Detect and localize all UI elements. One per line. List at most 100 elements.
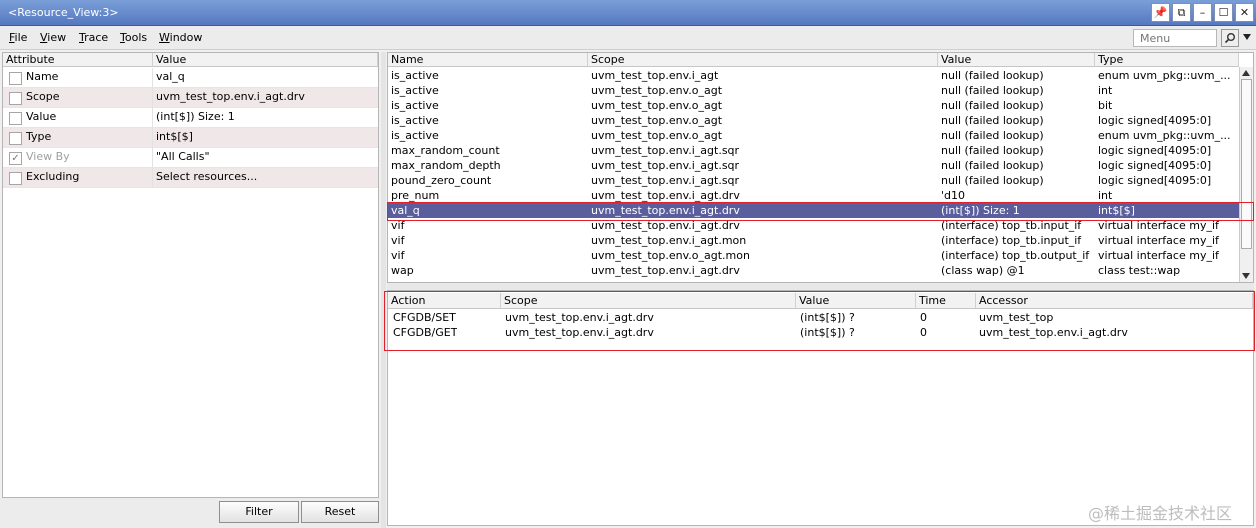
action-column-header[interactable]: Action (388, 293, 501, 309)
table-row[interactable]: max_random_count uvm_test_top.env.i_agt.s… (388, 143, 1239, 158)
maximize-button[interactable]: ☐ (1214, 3, 1233, 22)
search-icon[interactable] (1221, 29, 1239, 47)
attribute-row[interactable]: Excluding Select resources... (3, 168, 378, 188)
attribute-row[interactable]: Scope uvm_test_top.env.i_agt.drv (3, 88, 378, 108)
cell-action: CFGDB/SET (393, 311, 456, 324)
vertical-splitter[interactable] (381, 52, 386, 528)
cell-type: bit (1098, 99, 1113, 112)
checkbox: ✓ (9, 152, 22, 165)
checkbox[interactable] (9, 92, 22, 105)
float-window-icon[interactable]: ⧉ (1172, 3, 1191, 22)
cell-name: max_random_count (391, 144, 500, 157)
title-bar[interactable]: <Resource_View:3> 📌 ⧉ – ☐ ✕ (0, 0, 1256, 26)
table-row[interactable]: vif uvm_test_top.env.i_agt.mon (interface)… (388, 233, 1239, 248)
resource-view-window: <Resource_View:3> 📌 ⧉ – ☐ ✕ File View Tr… (0, 0, 1256, 528)
table-row[interactable]: is_active uvm_test_top.env.o_agt null (fai… (388, 113, 1239, 128)
menu-bar: File View Trace Tools Window (0, 26, 1256, 50)
cell-value: null (failed lookup) (941, 174, 1044, 187)
cell-value: (int$[$]) ? (800, 311, 855, 324)
table-row[interactable]: CFGDB/GET uvm_test_top.env.i_agt.drv (int$… (388, 325, 1253, 340)
table-row[interactable]: CFGDB/SET uvm_test_top.env.i_agt.drv (int$… (388, 310, 1253, 325)
menu-view[interactable]: View (40, 31, 66, 44)
cell-name: wap (391, 264, 414, 277)
type-column-header[interactable]: Type (1095, 53, 1239, 67)
table-row[interactable]: vif uvm_test_top.env.i_agt.drv (interface)… (388, 218, 1239, 233)
menu-file[interactable]: File (9, 31, 27, 44)
scrollbar-thumb[interactable] (1241, 79, 1252, 249)
attribute-row[interactable]: Value (int[$]) Size: 1 (3, 108, 378, 128)
cell-type: logic signed[4095:0] (1098, 144, 1212, 157)
cell-scope: uvm_test_top.env.o_agt (591, 114, 723, 127)
close-button[interactable]: ✕ (1235, 3, 1254, 22)
chevron-down-icon[interactable] (1243, 34, 1251, 40)
cell-value: null (failed lookup) (941, 69, 1044, 82)
cell-time: 0 (920, 326, 927, 339)
cell-type: enum uvm_pkg::uvm_... (1098, 129, 1231, 142)
table-row[interactable]: pound_zero_count uvm_test_top.env.i_agt.s… (388, 173, 1239, 188)
attribute-name: Excluding (26, 170, 80, 183)
value-column-header[interactable]: Value (938, 53, 1095, 67)
vertical-scrollbar[interactable] (1239, 67, 1253, 282)
table-row[interactable]: is_active uvm_test_top.env.o_agt null (fai… (388, 128, 1239, 143)
reset-button[interactable]: Reset (301, 501, 379, 523)
accessor-column-header[interactable]: Accessor (976, 293, 1253, 309)
cell-type: enum uvm_pkg::uvm_... (1098, 69, 1231, 82)
cell-type: virtual interface my_if (1098, 219, 1219, 232)
pin-icon[interactable]: 📌 (1151, 3, 1170, 22)
filter-button[interactable]: Filter (219, 501, 299, 523)
cell-action: CFGDB/GET (393, 326, 458, 339)
checkbox[interactable] (9, 172, 22, 185)
attribute-column-header[interactable]: Attribute (3, 53, 153, 67)
table-row[interactable]: max_random_depth uvm_test_top.env.i_agt.s… (388, 158, 1239, 173)
scroll-down-icon[interactable] (1242, 273, 1250, 279)
checkbox[interactable] (9, 72, 22, 85)
value-column-header[interactable]: Value (796, 293, 916, 309)
attribute-name: Name (26, 70, 59, 83)
menu-trace-label: race (84, 31, 109, 44)
attribute-panel: Attribute Value Name val_q Scope uvm_test_t… (2, 52, 379, 498)
attribute-row[interactable]: ✓ View By "All Calls" (3, 148, 378, 168)
menu-window-mnemonic: W (159, 31, 170, 44)
cell-scope: uvm_test_top.env.o_agt.mon (591, 249, 750, 262)
cell-name: pre_num (391, 189, 440, 202)
cell-value: (class wap) @1 (941, 264, 1025, 277)
checkbox[interactable] (9, 112, 22, 125)
table-row[interactable]: wap uvm_test_top.env.i_agt.drv (class wap)… (388, 263, 1239, 278)
menu-tools-label: ools (124, 31, 148, 44)
cell-value: (interface) top_tb.output_if (941, 249, 1090, 262)
table-row[interactable]: is_active uvm_test_top.env.o_agt null (fai… (388, 98, 1239, 113)
name-column-header[interactable]: Name (388, 53, 588, 67)
attribute-row[interactable]: Type int$[$] (3, 128, 378, 148)
cell-type: virtual interface my_if (1098, 249, 1219, 262)
cell-name: is_active (391, 114, 439, 127)
cell-value: (interface) top_tb.input_if (941, 219, 1082, 232)
checkbox[interactable] (9, 132, 22, 145)
horizontal-splitter[interactable] (387, 283, 1254, 290)
cell-value: null (failed lookup) (941, 159, 1044, 172)
cell-scope: uvm_test_top.env.i_agt.drv (505, 311, 654, 324)
cell-scope: uvm_test_top.env.o_agt (591, 99, 723, 112)
column-divider (152, 168, 153, 188)
cell-scope: uvm_test_top.env.i_agt.drv (591, 189, 740, 202)
scope-column-header[interactable]: Scope (501, 293, 796, 309)
scroll-up-icon[interactable] (1242, 70, 1250, 76)
value-column-header[interactable]: Value (153, 53, 378, 67)
cell-name: is_active (391, 99, 439, 112)
table-row[interactable]: is_active uvm_test_top.env.o_agt null (fai… (388, 83, 1239, 98)
cell-name: is_active (391, 69, 439, 82)
scope-column-header[interactable]: Scope (588, 53, 938, 67)
table-row[interactable]: is_active uvm_test_top.env.i_agt null (fai… (388, 68, 1239, 83)
table-row[interactable]: val_q uvm_test_top.env.i_agt.drv (int[$]) … (388, 203, 1239, 218)
menu-file-label: ile (14, 31, 28, 44)
table-row[interactable]: pre_num uvm_test_top.env.i_agt.drv 'd10 int (388, 188, 1239, 203)
cell-scope: uvm_test_top.env.o_agt (591, 84, 723, 97)
attribute-row[interactable]: Name val_q (3, 68, 378, 88)
menu-window[interactable]: Window (159, 31, 202, 44)
table-row[interactable]: vif uvm_test_top.env.o_agt.mon (interface)… (388, 248, 1239, 263)
time-column-header[interactable]: Time (916, 293, 976, 309)
menu-tools[interactable]: Tools (120, 31, 147, 44)
menu-trace[interactable]: Trace (79, 31, 108, 44)
menu-search-input[interactable] (1133, 29, 1217, 47)
cell-scope: uvm_test_top.env.i_agt (591, 69, 719, 82)
minimize-button[interactable]: – (1193, 3, 1212, 22)
